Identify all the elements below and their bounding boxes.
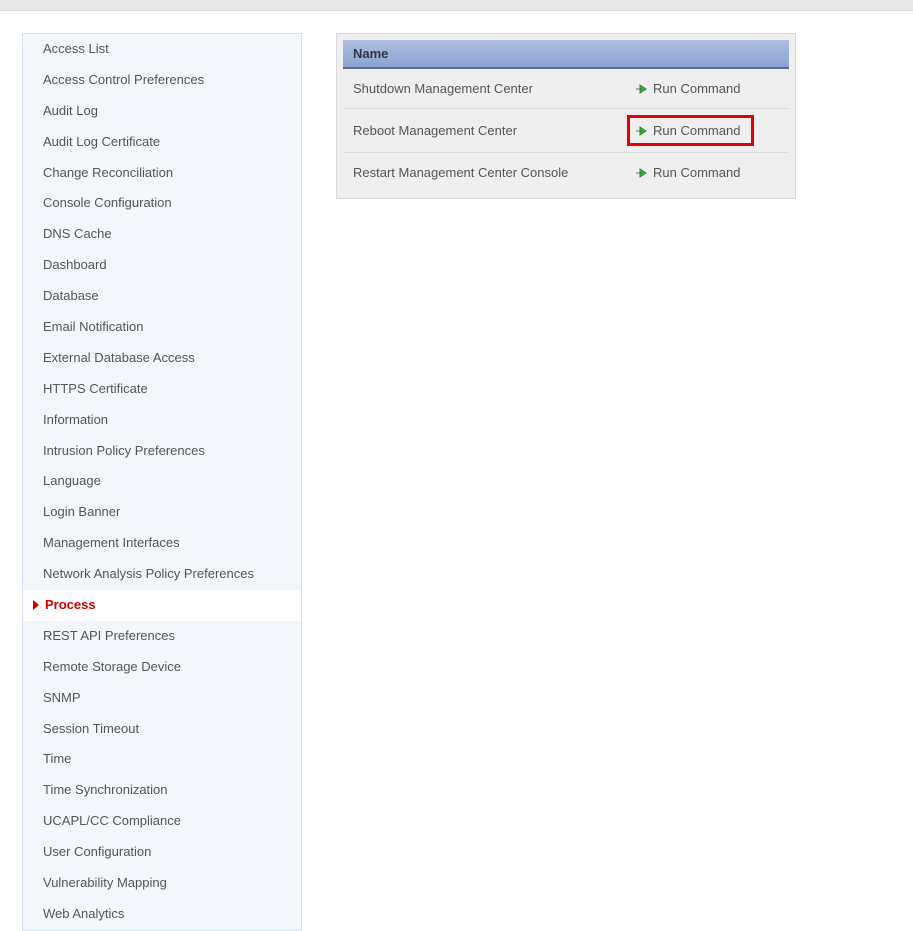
run-arrow-icon — [635, 125, 649, 137]
sidebar-item-information[interactable]: Information — [23, 405, 301, 436]
sidebar-nav: Access List Access Control Preferences Aud… — [22, 33, 302, 931]
top-bar — [0, 0, 913, 11]
table-row: Shutdown Management Center Run Command — [343, 69, 789, 108]
sidebar-item-change-reconciliation[interactable]: Change Reconciliation — [23, 158, 301, 189]
sidebar-item-label: HTTPS Certificate — [43, 381, 148, 396]
sidebar-item-language[interactable]: Language — [23, 466, 301, 497]
sidebar-item-label: Information — [43, 412, 108, 427]
run-command-link[interactable]: Run Command — [631, 119, 750, 142]
sidebar-item-label: SNMP — [43, 690, 81, 705]
sidebar-item-label: Management Interfaces — [43, 535, 180, 550]
sidebar-item-user-configuration[interactable]: User Configuration — [23, 837, 301, 868]
sidebar-item-audit-log-certificate[interactable]: Audit Log Certificate — [23, 127, 301, 158]
run-command-label: Run Command — [653, 165, 740, 180]
sidebar-item-label: Console Configuration — [43, 195, 172, 210]
table-header-name: Name — [353, 46, 631, 61]
sidebar-item-login-banner[interactable]: Login Banner — [23, 497, 301, 528]
sidebar-item-session-timeout[interactable]: Session Timeout — [23, 714, 301, 745]
content-area: Access List Access Control Preferences Aud… — [0, 11, 913, 931]
process-name: Reboot Management Center — [353, 123, 631, 138]
action-cell: Run Command — [631, 79, 779, 98]
sidebar-item-database[interactable]: Database — [23, 281, 301, 312]
sidebar-item-external-database-access[interactable]: External Database Access — [23, 343, 301, 374]
sidebar-item-label: Change Reconciliation — [43, 165, 173, 180]
sidebar-item-access-control-preferences[interactable]: Access Control Preferences — [23, 65, 301, 96]
sidebar-item-vulnerability-mapping[interactable]: Vulnerability Mapping — [23, 868, 301, 899]
sidebar-item-label: Time — [43, 751, 71, 766]
sidebar-item-label: Dashboard — [43, 257, 107, 272]
sidebar-item-intrusion-policy-preferences[interactable]: Intrusion Policy Preferences — [23, 436, 301, 467]
sidebar-item-label: User Configuration — [43, 844, 151, 859]
sidebar-item-email-notification[interactable]: Email Notification — [23, 312, 301, 343]
table-header-action — [631, 46, 779, 61]
run-arrow-icon — [635, 83, 649, 95]
sidebar-item-label: DNS Cache — [43, 226, 112, 241]
table-row: Restart Management Center Console Run Com… — [343, 152, 789, 192]
main-panel: Name Shutdown Management Center Run Comma… — [336, 33, 796, 199]
sidebar-item-rest-api-preferences[interactable]: REST API Preferences — [23, 621, 301, 652]
sidebar-item-network-analysis-policy-preferences[interactable]: Network Analysis Policy Preferences — [23, 559, 301, 590]
sidebar-item-label: Vulnerability Mapping — [43, 875, 167, 890]
sidebar-item-label: Network Analysis Policy Preferences — [43, 566, 254, 581]
table-body: Shutdown Management CenterRun CommandReb… — [343, 69, 789, 192]
sidebar-item-management-interfaces[interactable]: Management Interfaces — [23, 528, 301, 559]
process-name: Restart Management Center Console — [353, 165, 631, 180]
sidebar-item-access-list[interactable]: Access List — [23, 34, 301, 65]
sidebar-item-time-synchronization[interactable]: Time Synchronization — [23, 775, 301, 806]
process-name: Shutdown Management Center — [353, 81, 631, 96]
sidebar-item-label: Login Banner — [43, 504, 120, 519]
run-command-label: Run Command — [653, 123, 740, 138]
sidebar-item-label: Access List — [43, 41, 109, 56]
sidebar-item-label: Session Timeout — [43, 721, 139, 736]
sidebar-item-https-certificate[interactable]: HTTPS Certificate — [23, 374, 301, 405]
sidebar-item-label: UCAPL/CC Compliance — [43, 813, 181, 828]
sidebar-item-process[interactable]: Process — [23, 590, 301, 621]
sidebar-item-remote-storage-device[interactable]: Remote Storage Device — [23, 652, 301, 683]
run-command-link[interactable]: Run Command — [631, 163, 744, 182]
sidebar-item-label: Language — [43, 473, 101, 488]
sidebar-item-label: Email Notification — [43, 319, 143, 334]
sidebar-item-label: Access Control Preferences — [43, 72, 204, 87]
sidebar-item-label: External Database Access — [43, 350, 195, 365]
sidebar-item-dns-cache[interactable]: DNS Cache — [23, 219, 301, 250]
sidebar-item-time[interactable]: Time — [23, 744, 301, 775]
sidebar-item-label: Web Analytics — [43, 906, 124, 921]
run-command-label: Run Command — [653, 81, 740, 96]
action-cell: Run Command — [631, 119, 779, 142]
table-row: Reboot Management Center Run Command — [343, 108, 789, 152]
action-cell: Run Command — [631, 163, 779, 182]
sidebar-item-label: Audit Log — [43, 103, 98, 118]
triangle-right-icon — [33, 600, 39, 610]
sidebar-item-label: Process — [45, 597, 96, 614]
sidebar-item-label: Remote Storage Device — [43, 659, 181, 674]
sidebar-item-label: Intrusion Policy Preferences — [43, 443, 205, 458]
sidebar-item-label: Audit Log Certificate — [43, 134, 160, 149]
table-header-row: Name — [343, 40, 789, 69]
run-command-link[interactable]: Run Command — [631, 79, 744, 98]
sidebar-item-ucapl-cc-compliance[interactable]: UCAPL/CC Compliance — [23, 806, 301, 837]
sidebar-item-label: REST API Preferences — [43, 628, 175, 643]
sidebar-item-label: Time Synchronization — [43, 782, 168, 797]
sidebar-item-console-configuration[interactable]: Console Configuration — [23, 188, 301, 219]
run-arrow-icon — [635, 167, 649, 179]
sidebar-item-snmp[interactable]: SNMP — [23, 683, 301, 714]
process-panel: Name Shutdown Management Center Run Comma… — [336, 33, 796, 199]
sidebar-item-audit-log[interactable]: Audit Log — [23, 96, 301, 127]
sidebar-item-dashboard[interactable]: Dashboard — [23, 250, 301, 281]
sidebar-item-label: Database — [43, 288, 99, 303]
sidebar-item-web-analytics[interactable]: Web Analytics — [23, 899, 301, 930]
